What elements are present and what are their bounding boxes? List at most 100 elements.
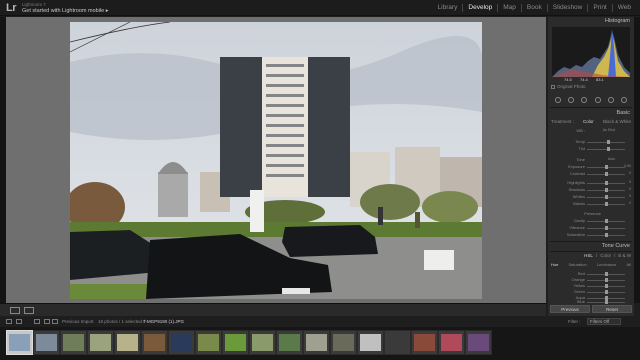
- blacks-slider[interactable]: Blacks 0: [551, 201, 631, 207]
- wb-label: WB :: [576, 128, 585, 133]
- radial-filter-icon[interactable]: [607, 97, 614, 103]
- contrast-value: 0: [629, 171, 631, 175]
- secondary-display-icon[interactable]: [16, 319, 22, 324]
- thumbnail-image: [306, 334, 327, 351]
- thumbnail-image: [36, 334, 57, 351]
- clarity-slider[interactable]: Clarity: [551, 218, 631, 224]
- file-name[interactable]: T-MGP9190 (1).JPG: [143, 319, 184, 324]
- filmstrip-thumbnail[interactable]: [222, 330, 249, 355]
- develop-right-panel: Histogram 74.5 74.4 83.1 Original Photo …: [548, 17, 634, 316]
- wb-value[interactable]: As Shot: [603, 128, 615, 132]
- tone-auto[interactable]: Auto: [608, 157, 615, 161]
- basic-title[interactable]: Basic: [617, 110, 630, 116]
- module-develop[interactable]: Develop: [463, 4, 499, 12]
- exposure-slider[interactable]: Exposure 0.00: [551, 164, 631, 170]
- reset-button[interactable]: Reset: [592, 305, 632, 313]
- tint-slider[interactable]: Tint: [551, 146, 631, 152]
- filmstrip-thumbnail[interactable]: [249, 330, 276, 355]
- saturation-subtab[interactable]: Saturation: [568, 262, 586, 269]
- shadows-slider[interactable]: Shadows 0: [551, 187, 631, 193]
- divider: [550, 107, 632, 108]
- treatment-color[interactable]: Color: [583, 119, 594, 126]
- divider: [550, 241, 632, 242]
- compare-view-icon[interactable]: [24, 307, 34, 314]
- photo-scene: [70, 22, 482, 299]
- graduated-filter-icon[interactable]: [594, 97, 601, 103]
- red-eye-icon[interactable]: [581, 97, 588, 103]
- tone-curve-title[interactable]: Tone Curve: [602, 243, 630, 249]
- filmstrip-thumbnail[interactable]: [357, 330, 384, 355]
- thumbnail-image: [279, 334, 300, 351]
- hsl-subtabs: Hue Saturation Luminance All: [551, 262, 631, 269]
- module-web[interactable]: Web: [613, 4, 636, 12]
- thumbnail-image: [63, 334, 84, 351]
- view-toolbar: [0, 303, 546, 316]
- temp-slider[interactable]: Temp: [551, 139, 631, 145]
- divider: [550, 251, 632, 252]
- contrast-slider[interactable]: Contrast 0: [551, 171, 631, 177]
- source-label[interactable]: Previous Import: [62, 319, 94, 324]
- clarity-label: Clarity: [573, 218, 585, 223]
- filmstrip-thumbnail[interactable]: [60, 330, 87, 355]
- histogram[interactable]: [552, 27, 630, 77]
- original-photo-checkbox[interactable]: [551, 84, 555, 89]
- highlights-slider[interactable]: Highlights 0: [551, 180, 631, 186]
- hue-blue-slider[interactable]: Blue: [551, 299, 631, 304]
- adjustment-brush-icon[interactable]: [621, 97, 628, 103]
- filmstrip-thumbnail[interactable]: [465, 330, 492, 355]
- hue-subtab[interactable]: Hue: [551, 262, 558, 269]
- blacks-label: Blacks: [573, 201, 585, 206]
- module-picker: Library Develop Map Book Slideshow Print…: [433, 4, 636, 12]
- filmstrip-thumbnail[interactable]: [438, 330, 465, 355]
- crop-tool-icon[interactable]: [554, 97, 561, 103]
- filmstrip-thumbnail[interactable]: [87, 330, 114, 355]
- right-panel-edge[interactable]: [634, 17, 640, 303]
- spot-removal-icon[interactable]: [567, 97, 574, 103]
- module-book[interactable]: Book: [522, 4, 548, 12]
- histogram-title[interactable]: Histogram: [605, 18, 630, 24]
- previous-button[interactable]: Previous: [550, 305, 590, 313]
- filmstrip-thumbnail[interactable]: [411, 330, 438, 355]
- library-grid-icon[interactable]: [34, 319, 40, 324]
- bw-tab[interactable]: B & W: [618, 253, 631, 260]
- forward-arrow-icon[interactable]: [52, 319, 58, 324]
- saturation-slider[interactable]: Saturation: [551, 232, 631, 238]
- module-print[interactable]: Print: [588, 4, 613, 12]
- grid-view-icon[interactable]: [6, 319, 12, 324]
- filmstrip-thumbnail[interactable]: [114, 330, 141, 355]
- module-library[interactable]: Library: [433, 4, 464, 12]
- thumbnail-image: [225, 334, 246, 351]
- back-arrow-icon[interactable]: [44, 319, 50, 324]
- filmstrip-thumbnail[interactable]: [303, 330, 330, 355]
- filmstrip-thumbnail[interactable]: [384, 330, 411, 355]
- filmstrip-thumbnail[interactable]: [330, 330, 357, 355]
- filmstrip-thumbnail[interactable]: [33, 330, 60, 355]
- module-slideshow[interactable]: Slideshow: [548, 4, 589, 12]
- whites-slider[interactable]: Whites 0: [551, 194, 631, 200]
- shadows-value: 0: [629, 187, 631, 191]
- filter-select[interactable]: Filters Off: [587, 318, 621, 325]
- identity-plate[interactable]: Lightroom 7 Get started with Lightroom m…: [22, 1, 109, 15]
- loupe-view-icon[interactable]: [10, 307, 20, 314]
- thumbnail-image: [171, 334, 192, 351]
- color-tab[interactable]: Color: [600, 253, 611, 260]
- filter-label: Filter :: [568, 319, 581, 324]
- presence-label: Presence: [584, 211, 601, 216]
- luminance-subtab[interactable]: Luminance: [597, 262, 617, 269]
- filmstrip-thumbnail[interactable]: [6, 330, 33, 355]
- all-subtab[interactable]: All: [627, 262, 631, 269]
- treatment-tabs: Treatment : Color Black & White: [551, 119, 631, 126]
- filmstrip-thumbnail[interactable]: [168, 330, 195, 355]
- vibrance-slider[interactable]: Vibrance: [551, 225, 631, 231]
- filmstrip-thumbnail[interactable]: [141, 330, 168, 355]
- treatment-bw[interactable]: Black & White: [603, 119, 631, 126]
- original-photo-toggle[interactable]: Original Photo: [551, 84, 586, 89]
- hsl-tab[interactable]: HSL: [584, 253, 593, 260]
- module-map[interactable]: Map: [498, 4, 522, 12]
- main-photo[interactable]: [70, 22, 482, 299]
- filmstrip-thumbnail[interactable]: [195, 330, 222, 355]
- hsl-sep: /: [595, 253, 598, 258]
- identity-line-2[interactable]: Get started with Lightroom mobile ▸: [22, 8, 109, 15]
- filmstrip-thumbnail[interactable]: [276, 330, 303, 355]
- filmstrip: [0, 327, 640, 360]
